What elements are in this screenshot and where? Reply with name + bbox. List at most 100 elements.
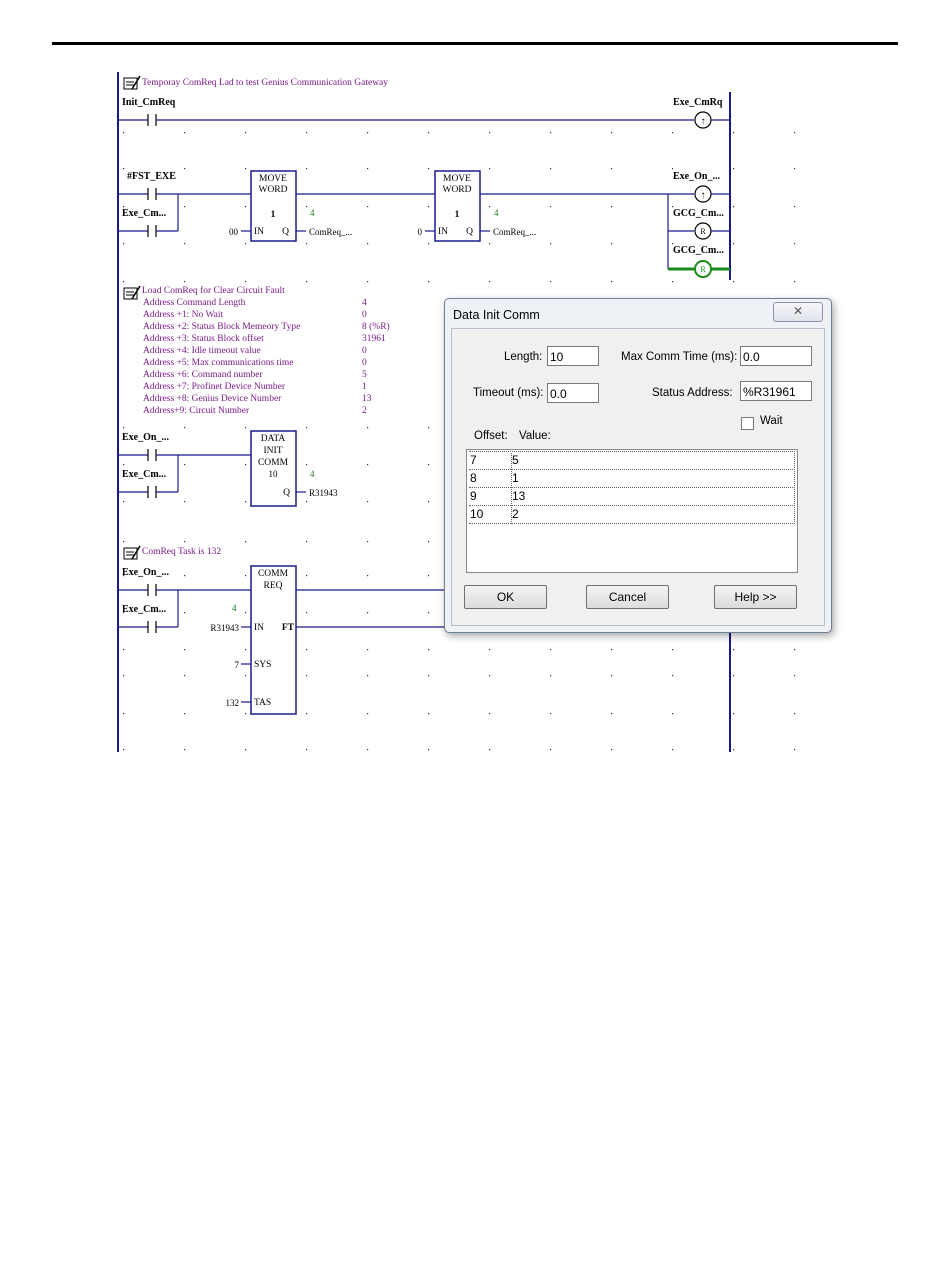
data-init-comm-block[interactable]: DATA INIT COMM 10 Q bbox=[250, 430, 297, 507]
svg-text:INIT: INIT bbox=[264, 446, 283, 456]
table-row[interactable]: 7 5 bbox=[469, 451, 795, 470]
rung1-coil-label: Exe_CmRq bbox=[673, 97, 723, 108]
data-init-dest: R31943 bbox=[309, 488, 338, 498]
move-word-block-2[interactable]: MOVE WORD 1 IN Q bbox=[434, 170, 481, 242]
grid-dot bbox=[367, 612, 369, 614]
rung4-contact2[interactable] bbox=[147, 621, 157, 633]
timeout-input[interactable]: 0.0 bbox=[547, 383, 599, 403]
grid-dot bbox=[306, 243, 308, 245]
rung4-contact1-label: Exe_On_... bbox=[122, 567, 169, 578]
grid-dot bbox=[672, 281, 674, 283]
comment-row-value: 1 bbox=[362, 382, 367, 392]
rung2-coil1[interactable]: ↑ bbox=[694, 185, 712, 203]
grid-dot bbox=[672, 749, 674, 751]
grid-dot bbox=[794, 132, 796, 134]
grid-dot bbox=[733, 281, 735, 283]
comm-req-block[interactable]: COMM REQ IN FT SYS TAS bbox=[250, 565, 297, 715]
grid-dot bbox=[550, 243, 552, 245]
offset-value-table[interactable]: 7 5 8 1 9 13 10 2 bbox=[466, 449, 798, 573]
grid-dot bbox=[733, 749, 735, 751]
rung2-contact2[interactable] bbox=[147, 225, 157, 237]
grid-dot bbox=[428, 749, 430, 751]
grid-dot bbox=[428, 575, 430, 577]
grid-dot bbox=[733, 675, 735, 677]
wait-checkbox[interactable] bbox=[741, 417, 754, 430]
grid-dot bbox=[428, 541, 430, 543]
close-button[interactable]: ✕ bbox=[773, 302, 823, 322]
offset-header: Offset: bbox=[474, 430, 508, 442]
svg-text:TAS: TAS bbox=[254, 698, 271, 708]
grid-dot bbox=[184, 501, 186, 503]
grid-dot bbox=[672, 713, 674, 715]
grid-dot bbox=[184, 206, 186, 208]
rung1-coil[interactable]: ↑ bbox=[694, 111, 712, 129]
grid-dot bbox=[184, 168, 186, 170]
grid-dot bbox=[428, 501, 430, 503]
value-cell[interactable]: 1 bbox=[512, 471, 519, 485]
grid-dot bbox=[306, 132, 308, 134]
value-cell[interactable]: 2 bbox=[512, 507, 519, 521]
rung3-contact1[interactable] bbox=[147, 449, 157, 461]
comment-row-value: 8 (%R) bbox=[362, 321, 390, 332]
rung2-coil2[interactable]: R bbox=[694, 222, 712, 240]
offset-cell[interactable]: 9 bbox=[470, 489, 477, 503]
max-comm-time-input[interactable]: 0.0 bbox=[740, 346, 812, 366]
comment-row-label: Address +8: Genius Device Number bbox=[143, 394, 282, 404]
grid-dot bbox=[489, 649, 491, 651]
grid-dot bbox=[123, 541, 125, 543]
length-input[interactable]: 10 bbox=[547, 346, 599, 366]
rung2-contact2-label: Exe_Cm... bbox=[122, 208, 167, 219]
rung1-contact[interactable] bbox=[147, 114, 157, 126]
grid-dot bbox=[489, 132, 491, 134]
svg-text:DATA: DATA bbox=[261, 434, 286, 444]
move2-out-value: 4 bbox=[494, 208, 499, 218]
comment-icon[interactable] bbox=[123, 545, 141, 560]
grid-dot bbox=[794, 206, 796, 208]
comment-icon[interactable] bbox=[123, 285, 141, 300]
grid-dot bbox=[550, 713, 552, 715]
help-button[interactable]: Help >> bbox=[714, 585, 797, 609]
grid-dot bbox=[794, 243, 796, 245]
grid-dot bbox=[611, 713, 613, 715]
rung1-comment: Temporay ComReq Lad to test Genius Commu… bbox=[142, 78, 388, 88]
length-label: Length: bbox=[504, 351, 543, 363]
grid-dot bbox=[306, 541, 308, 543]
grid-dot bbox=[611, 649, 613, 651]
grid-dot bbox=[489, 206, 491, 208]
grid-dot bbox=[733, 713, 735, 715]
rung4-contact1[interactable] bbox=[147, 584, 157, 596]
grid-dot bbox=[428, 675, 430, 677]
grid-dot bbox=[733, 243, 735, 245]
max-comm-time-label: Max Comm Time (ms): bbox=[621, 351, 738, 363]
comment-row-value: 0 bbox=[362, 346, 367, 356]
rung2-contact1[interactable] bbox=[147, 188, 157, 200]
comment-icon[interactable] bbox=[123, 75, 141, 90]
table-row[interactable]: 9 13 bbox=[469, 487, 795, 506]
comment-row-label: Address +2: Status Block Memeory Type bbox=[143, 322, 300, 332]
rung3-contact2[interactable] bbox=[147, 486, 157, 498]
grid-dot bbox=[794, 281, 796, 283]
svg-text:COMM: COMM bbox=[258, 458, 289, 468]
value-cell[interactable]: 13 bbox=[512, 489, 525, 503]
table-row[interactable]: 8 1 bbox=[469, 469, 795, 488]
comm-req-task-value: 132 bbox=[226, 698, 240, 708]
grid-dot bbox=[245, 713, 247, 715]
move-word-block-1[interactable]: MOVE WORD 1 IN Q bbox=[250, 170, 297, 242]
table-row[interactable]: 10 2 bbox=[469, 505, 795, 524]
move2-dest: ComReq_... bbox=[493, 227, 536, 237]
grid-dot bbox=[245, 427, 247, 429]
offset-cell[interactable]: 10 bbox=[470, 507, 483, 521]
cancel-button[interactable]: Cancel bbox=[586, 585, 669, 609]
grid-dot bbox=[123, 713, 125, 715]
comment-row-value: 4 bbox=[362, 298, 367, 308]
svg-text:FT: FT bbox=[282, 623, 295, 633]
offset-cell[interactable]: 8 bbox=[470, 471, 477, 485]
rung2-coil3[interactable]: R bbox=[694, 260, 712, 278]
status-address-input[interactable]: %R31961 bbox=[740, 381, 812, 401]
grid-dot bbox=[367, 168, 369, 170]
grid-dot bbox=[123, 749, 125, 751]
offset-cell[interactable]: 7 bbox=[470, 453, 477, 467]
grid-dot bbox=[733, 168, 735, 170]
value-cell[interactable]: 5 bbox=[512, 453, 519, 467]
ok-button[interactable]: OK bbox=[464, 585, 547, 609]
